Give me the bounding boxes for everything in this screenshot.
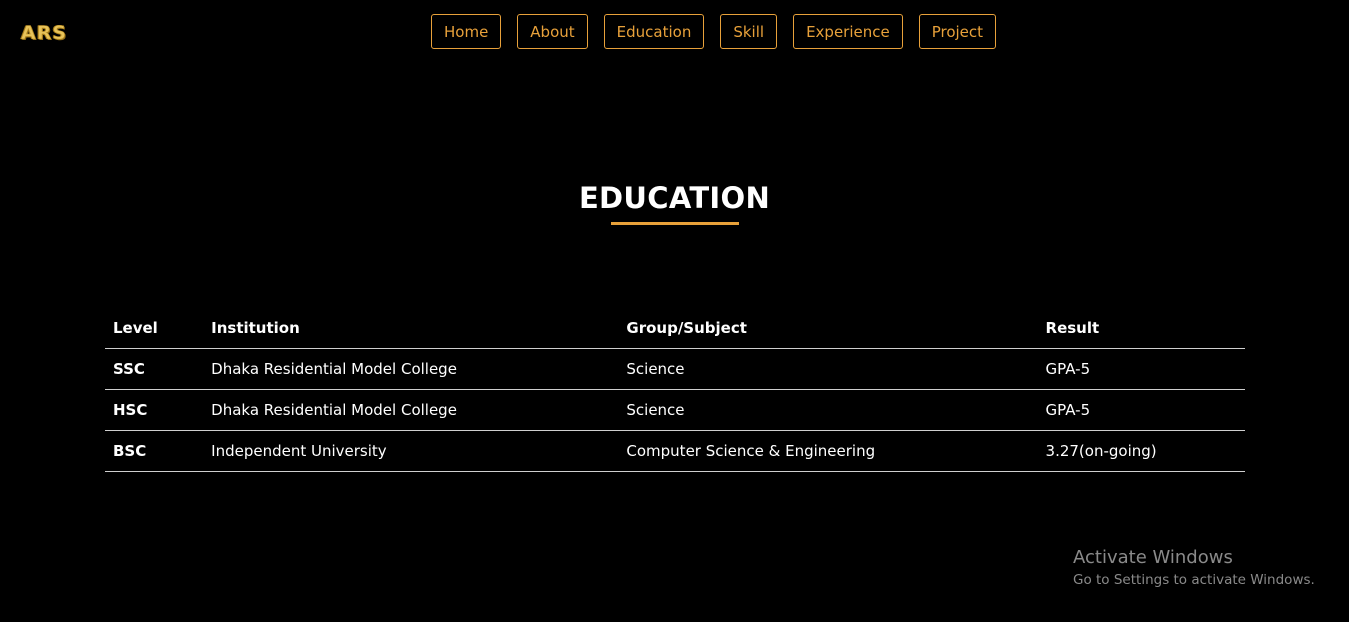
main-nav: Home About Education Skill Experience Pr… xyxy=(431,14,997,49)
logo[interactable]: ARS xyxy=(21,21,67,45)
title-underline xyxy=(611,222,739,225)
header-institution: Institution xyxy=(203,308,619,349)
watermark-subtitle: Go to Settings to activate Windows. xyxy=(1073,572,1315,588)
section-title: EDUCATION xyxy=(578,181,771,215)
nav-skill-button[interactable]: Skill xyxy=(720,14,778,49)
cell-institution: Dhaka Residential Model College xyxy=(203,389,619,431)
table-row: HSC Dhaka Residential Model College Scie… xyxy=(105,389,1245,431)
table-row: BSC Independent University Computer Scie… xyxy=(105,430,1245,472)
nav-education-button[interactable]: Education xyxy=(603,14,705,49)
nav-project-button[interactable]: Project xyxy=(918,14,997,49)
nav-home-button[interactable]: Home xyxy=(431,14,502,49)
cell-subject: Science xyxy=(618,389,1038,431)
cell-result: GPA-5 xyxy=(1037,348,1245,390)
cell-result: 3.27(on-going) xyxy=(1037,430,1245,472)
nav-experience-button[interactable]: Experience xyxy=(793,14,903,49)
page: ARS Home About Education Skill Experienc… xyxy=(0,0,1349,622)
activate-windows-watermark: Activate Windows Go to Settings to activ… xyxy=(1073,547,1315,590)
cell-level: SSC xyxy=(105,348,204,390)
header-level: Level xyxy=(105,308,204,349)
cell-level: BSC xyxy=(105,430,204,472)
cell-subject: Computer Science & Engineering xyxy=(618,430,1038,472)
table-header-row: Level Institution Group/Subject Result xyxy=(105,308,1245,349)
cell-subject: Science xyxy=(618,348,1038,390)
cell-level: HSC xyxy=(105,389,204,431)
cell-result: GPA-5 xyxy=(1037,389,1245,431)
cell-institution: Dhaka Residential Model College xyxy=(203,348,619,390)
table-row: SSC Dhaka Residential Model College Scie… xyxy=(105,348,1245,390)
watermark-title: Activate Windows xyxy=(1073,547,1233,568)
cell-institution: Independent University xyxy=(203,430,619,472)
education-table: Level Institution Group/Subject Result S… xyxy=(105,308,1245,472)
header-result: Result xyxy=(1037,308,1245,349)
header-group-subject: Group/Subject xyxy=(618,308,1038,349)
nav-about-button[interactable]: About xyxy=(517,14,588,49)
